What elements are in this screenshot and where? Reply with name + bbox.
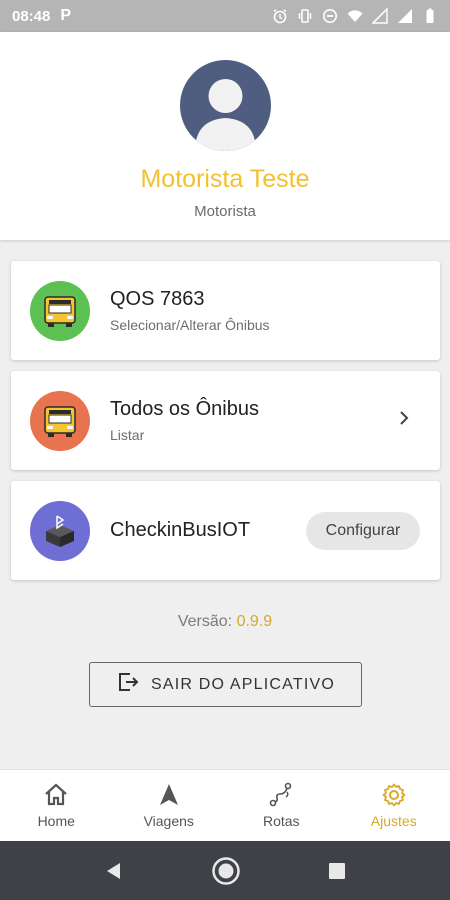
all-buses-card[interactable]: Todos os Ônibus Listar (11, 371, 440, 470)
do-not-disturb-icon (322, 8, 338, 24)
exit-icon (116, 670, 140, 699)
version-label: Versão: (177, 613, 233, 630)
school-bus-icon (30, 390, 90, 451)
configure-button[interactable]: Configurar (306, 511, 420, 550)
bottom-navigation: Home Viagens Rotas Ajustes (0, 769, 450, 841)
wifi-icon (347, 8, 363, 24)
bluetooth-box-icon (30, 500, 90, 561)
gear-icon (382, 783, 406, 807)
nav-label: Home (37, 813, 75, 829)
school-bus-icon (30, 280, 90, 341)
battery-icon (422, 8, 438, 24)
card-title: Todos os Ônibus (110, 398, 259, 420)
navigation-arrow-icon (159, 784, 178, 805)
card-title: CheckinBusIOT (110, 519, 251, 541)
signal-icon (397, 8, 413, 24)
nav-item-viagens[interactable]: Viagens (113, 770, 226, 841)
system-navigation-bar (0, 841, 450, 900)
home-icon (45, 783, 67, 806)
vibrate-icon (297, 8, 313, 24)
exit-app-button[interactable]: SAIR DO APLICATIVO (89, 662, 362, 707)
home-circle-icon[interactable] (211, 856, 241, 886)
profile-role: Motorista (194, 203, 256, 220)
checkin-iot-card: CheckinBusIOT Configurar (11, 481, 440, 580)
exit-button-label: SAIR DO APLICATIVO (150, 675, 335, 693)
card-subtitle: Listar (110, 427, 145, 443)
card-title: QOS 7863 (110, 288, 205, 310)
chevron-right-icon[interactable] (398, 410, 410, 431)
nav-item-ajustes[interactable]: Ajustes (338, 770, 450, 841)
back-icon[interactable] (103, 860, 125, 882)
route-icon (269, 782, 292, 807)
profile-name: Motorista Teste (140, 165, 310, 193)
status-bar: 08:48 P (0, 0, 450, 32)
parking-app-icon: P (60, 7, 72, 24)
person-icon (195, 79, 256, 151)
alarm-icon (272, 8, 288, 24)
status-time: 08:48 (12, 7, 51, 25)
app-version: Versão: 0.9.9 (0, 613, 450, 631)
nav-label: Rotas (262, 813, 300, 829)
nav-item-home[interactable]: Home (0, 770, 113, 841)
recents-icon[interactable] (327, 861, 347, 881)
signal-icon (372, 8, 388, 24)
version-number: 0.9.9 (236, 613, 273, 630)
card-subtitle: Selecionar/Alterar Ônibus (110, 317, 270, 333)
avatar[interactable] (180, 60, 271, 151)
nav-item-rotas[interactable]: Rotas (225, 770, 338, 841)
selected-bus-card[interactable]: QOS 7863 Selecionar/Alterar Ônibus (11, 261, 440, 360)
nav-label: Viagens (143, 813, 194, 829)
profile-header: Motorista Teste Motorista (0, 32, 450, 240)
nav-label: Ajustes (370, 813, 417, 829)
